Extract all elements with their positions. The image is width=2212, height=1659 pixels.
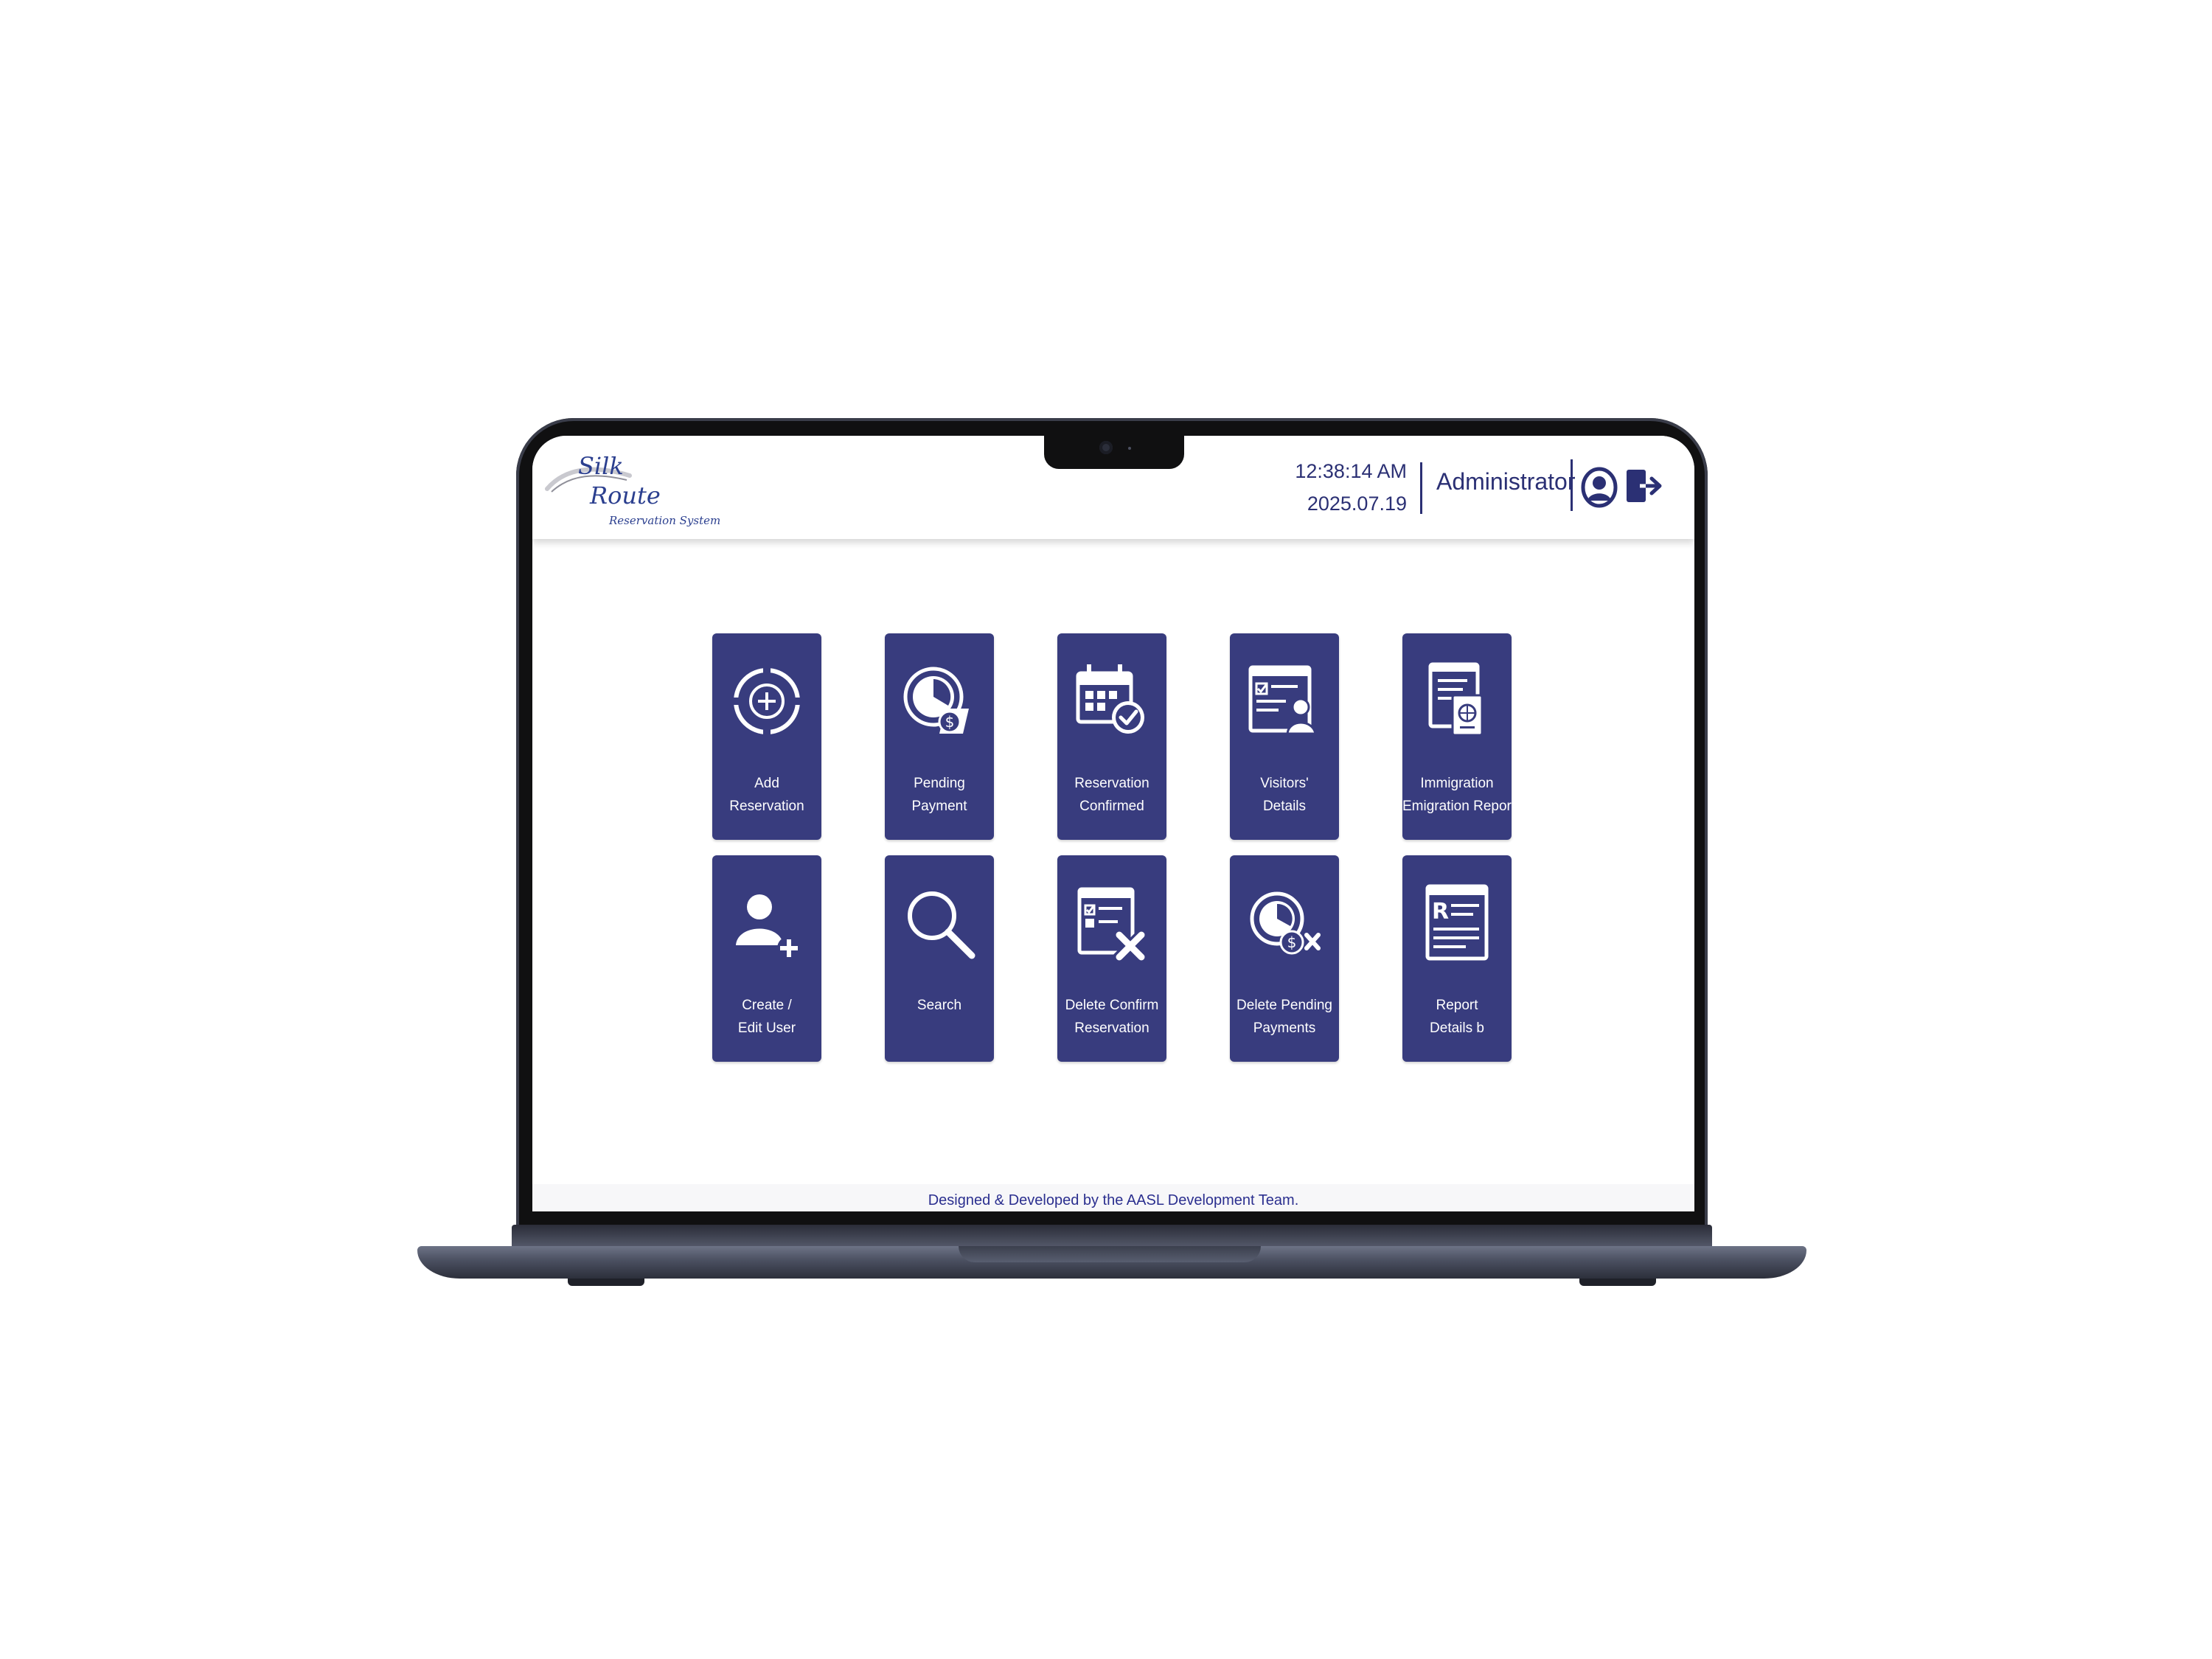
tile-label: Report — [1436, 998, 1478, 1013]
tile-label: Add — [754, 776, 779, 791]
tile-label: Pending — [914, 776, 965, 791]
tile-pending-payment[interactable]: $ Pending Payment — [885, 633, 994, 840]
clock-date: 2025.07.19 — [1307, 493, 1407, 515]
user-role-label: Administrator — [1436, 468, 1576, 495]
tile-immigration-report[interactable]: Immigration Emigration Report — [1402, 633, 1516, 840]
tile-label: Details — [1262, 799, 1307, 814]
tile-label: Create / — [742, 998, 792, 1013]
tile-add-reservation[interactable]: Add Reservation — [712, 633, 821, 840]
app-footer: Designed & Developed by the AASL Develop… — [532, 1184, 1694, 1211]
tile-delete-confirm-reservation[interactable]: Delete Confirm Reservation — [1057, 855, 1166, 1062]
tile-label: Edit User — [737, 1020, 796, 1036]
user-circle-icon — [1581, 467, 1618, 508]
camera-sensor — [1128, 447, 1131, 450]
tile-visitors-details[interactable]: Visitors' Details — [1230, 633, 1339, 840]
logo-text-silk: Silk — [578, 452, 624, 480]
laptop-foot — [568, 1279, 644, 1286]
tile-label: Reservation — [729, 799, 804, 814]
tile-label: Confirmed — [1079, 799, 1144, 814]
svg-text:$: $ — [1287, 933, 1297, 951]
delete-reservation-icon — [1077, 887, 1149, 964]
pending-payment-icon: $ — [903, 667, 969, 734]
tile-label: Payments — [1253, 1020, 1316, 1036]
tile-report-details[interactable]: R Report Details b — [1402, 855, 1512, 1062]
laptop-screen: Silk Route Reservation System 12:38:14 A… — [532, 436, 1694, 1211]
passport-report-icon — [1428, 662, 1484, 737]
footer-credit: Designed & Developed by the AASL Develop… — [928, 1192, 1299, 1208]
header-divider — [1571, 459, 1573, 511]
add-user-icon — [736, 894, 801, 960]
webcam-icon — [1099, 441, 1113, 454]
tile-label: Reservation — [1074, 1020, 1150, 1036]
tile-create-edit-user[interactable]: Create / Edit User — [712, 855, 821, 1062]
delete-payment-icon: $ — [1250, 891, 1321, 955]
logo-text-route: Route — [590, 481, 661, 509]
logout-button[interactable] — [1625, 467, 1663, 505]
tile-label: Details b — [1430, 1020, 1484, 1036]
tile-label: Payment — [911, 799, 967, 814]
visitor-details-icon — [1248, 665, 1317, 735]
tile-label: Emigration Report — [1402, 799, 1516, 814]
laptop-hinge — [512, 1225, 1712, 1247]
logo-subtitle: Reservation System — [609, 514, 721, 527]
tile-label: Delete Pending — [1237, 998, 1332, 1013]
tile-delete-pending-payments[interactable]: $ Delete Pending Payments — [1230, 855, 1339, 1062]
report-details-icon: R — [1425, 884, 1489, 961]
laptop-opening-lip — [959, 1246, 1261, 1262]
svg-text:$: $ — [945, 713, 955, 731]
tile-search[interactable]: Search — [885, 855, 994, 1062]
calendar-check-icon — [1076, 664, 1144, 734]
logout-icon — [1627, 470, 1662, 502]
tile-label: Immigration — [1420, 776, 1494, 791]
tile-label: Delete Confirm — [1065, 998, 1159, 1013]
header-divider — [1420, 462, 1422, 514]
tile-reservation-confirmed[interactable]: Reservation Confirmed — [1057, 633, 1166, 840]
svg-text:R: R — [1432, 899, 1449, 925]
add-circle-icon — [733, 667, 801, 735]
tile-label: Reservation — [1074, 776, 1150, 791]
clock-time: 12:38:14 AM — [1295, 460, 1407, 482]
clock: 12:38:14 AM 2025.07.19 — [1270, 455, 1407, 520]
camera-notch — [1044, 432, 1184, 469]
tile-label: Search — [917, 998, 962, 1013]
tile-label: Visitors' — [1260, 776, 1309, 791]
laptop-foot — [1579, 1279, 1656, 1286]
search-icon — [908, 891, 975, 959]
silk-route-logo[interactable]: Silk Route Reservation System — [544, 452, 720, 533]
user-profile-button[interactable] — [1581, 467, 1618, 508]
